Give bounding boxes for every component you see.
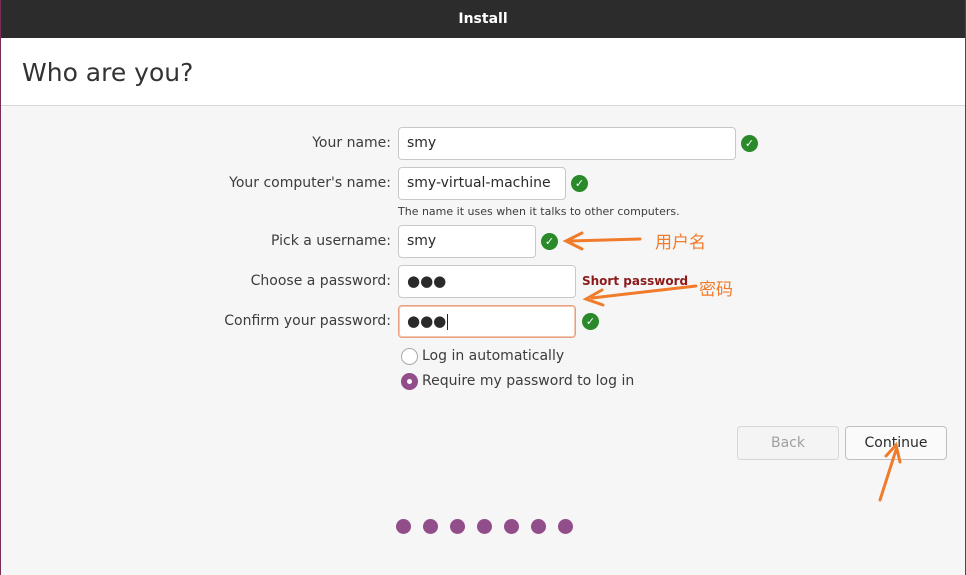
confirm-password-field[interactable]: ●●● bbox=[398, 305, 576, 338]
back-button[interactable]: Back bbox=[737, 426, 839, 460]
page-title: Who are you? bbox=[22, 58, 194, 87]
computer-name-field[interactable]: smy-virtual-machine bbox=[398, 167, 566, 200]
username-label: Pick a username: bbox=[270, 233, 391, 249]
username-valid-check-icon: ✓ bbox=[541, 233, 558, 250]
name-label: Your name: bbox=[312, 135, 391, 151]
confirm-password-valid-check-icon: ✓ bbox=[582, 313, 599, 330]
login-automatically-label: Log in automatically bbox=[422, 348, 565, 364]
computer-name-value: smy-virtual-machine bbox=[407, 175, 551, 191]
password-field[interactable]: ●●● bbox=[398, 265, 576, 298]
confirm-password-label: Confirm your password: bbox=[224, 313, 391, 329]
window-titlebar: Install bbox=[0, 0, 966, 38]
name-valid-check-icon: ✓ bbox=[741, 135, 758, 152]
username-field[interactable]: smy bbox=[398, 225, 536, 258]
progress-step-dot bbox=[450, 519, 465, 534]
progress-step-dot bbox=[558, 519, 573, 534]
username-annotation: 用户名 bbox=[655, 233, 706, 253]
password-annotation: 密码 bbox=[699, 280, 733, 300]
username-value: smy bbox=[407, 233, 437, 249]
password-value: ●●● bbox=[407, 272, 447, 290]
confirm-password-value: ●●● bbox=[407, 312, 447, 330]
name-value: smy bbox=[407, 135, 437, 151]
installer-page: Who are you? Your name: smy ✓ Your compu… bbox=[0, 38, 966, 575]
continue-button[interactable]: Continue bbox=[845, 426, 947, 460]
progress-step-dot bbox=[423, 519, 438, 534]
name-field[interactable]: smy bbox=[398, 127, 736, 160]
text-caret bbox=[447, 314, 449, 330]
computer-name-valid-check-icon: ✓ bbox=[571, 175, 588, 192]
progress-step-dot bbox=[504, 519, 519, 534]
computer-name-label: Your computer's name: bbox=[229, 175, 391, 191]
computer-name-hint: The name it uses when it talks to other … bbox=[398, 205, 680, 218]
require-password-label: Require my password to log in bbox=[422, 373, 635, 389]
progress-step-dot bbox=[477, 519, 492, 534]
page-header: Who are you? bbox=[1, 38, 965, 106]
require-password-option[interactable]: Require my password to log in bbox=[401, 372, 634, 390]
radio-unchecked-icon[interactable] bbox=[401, 347, 418, 365]
window-title: Install bbox=[458, 11, 508, 27]
progress-step-dot bbox=[531, 519, 546, 534]
password-label: Choose a password: bbox=[250, 273, 391, 289]
progress-step-dot bbox=[396, 519, 411, 534]
radio-checked-icon[interactable] bbox=[401, 372, 418, 390]
password-strength-label: Short password bbox=[582, 274, 689, 288]
login-automatically-option[interactable]: Log in automatically bbox=[401, 347, 564, 365]
